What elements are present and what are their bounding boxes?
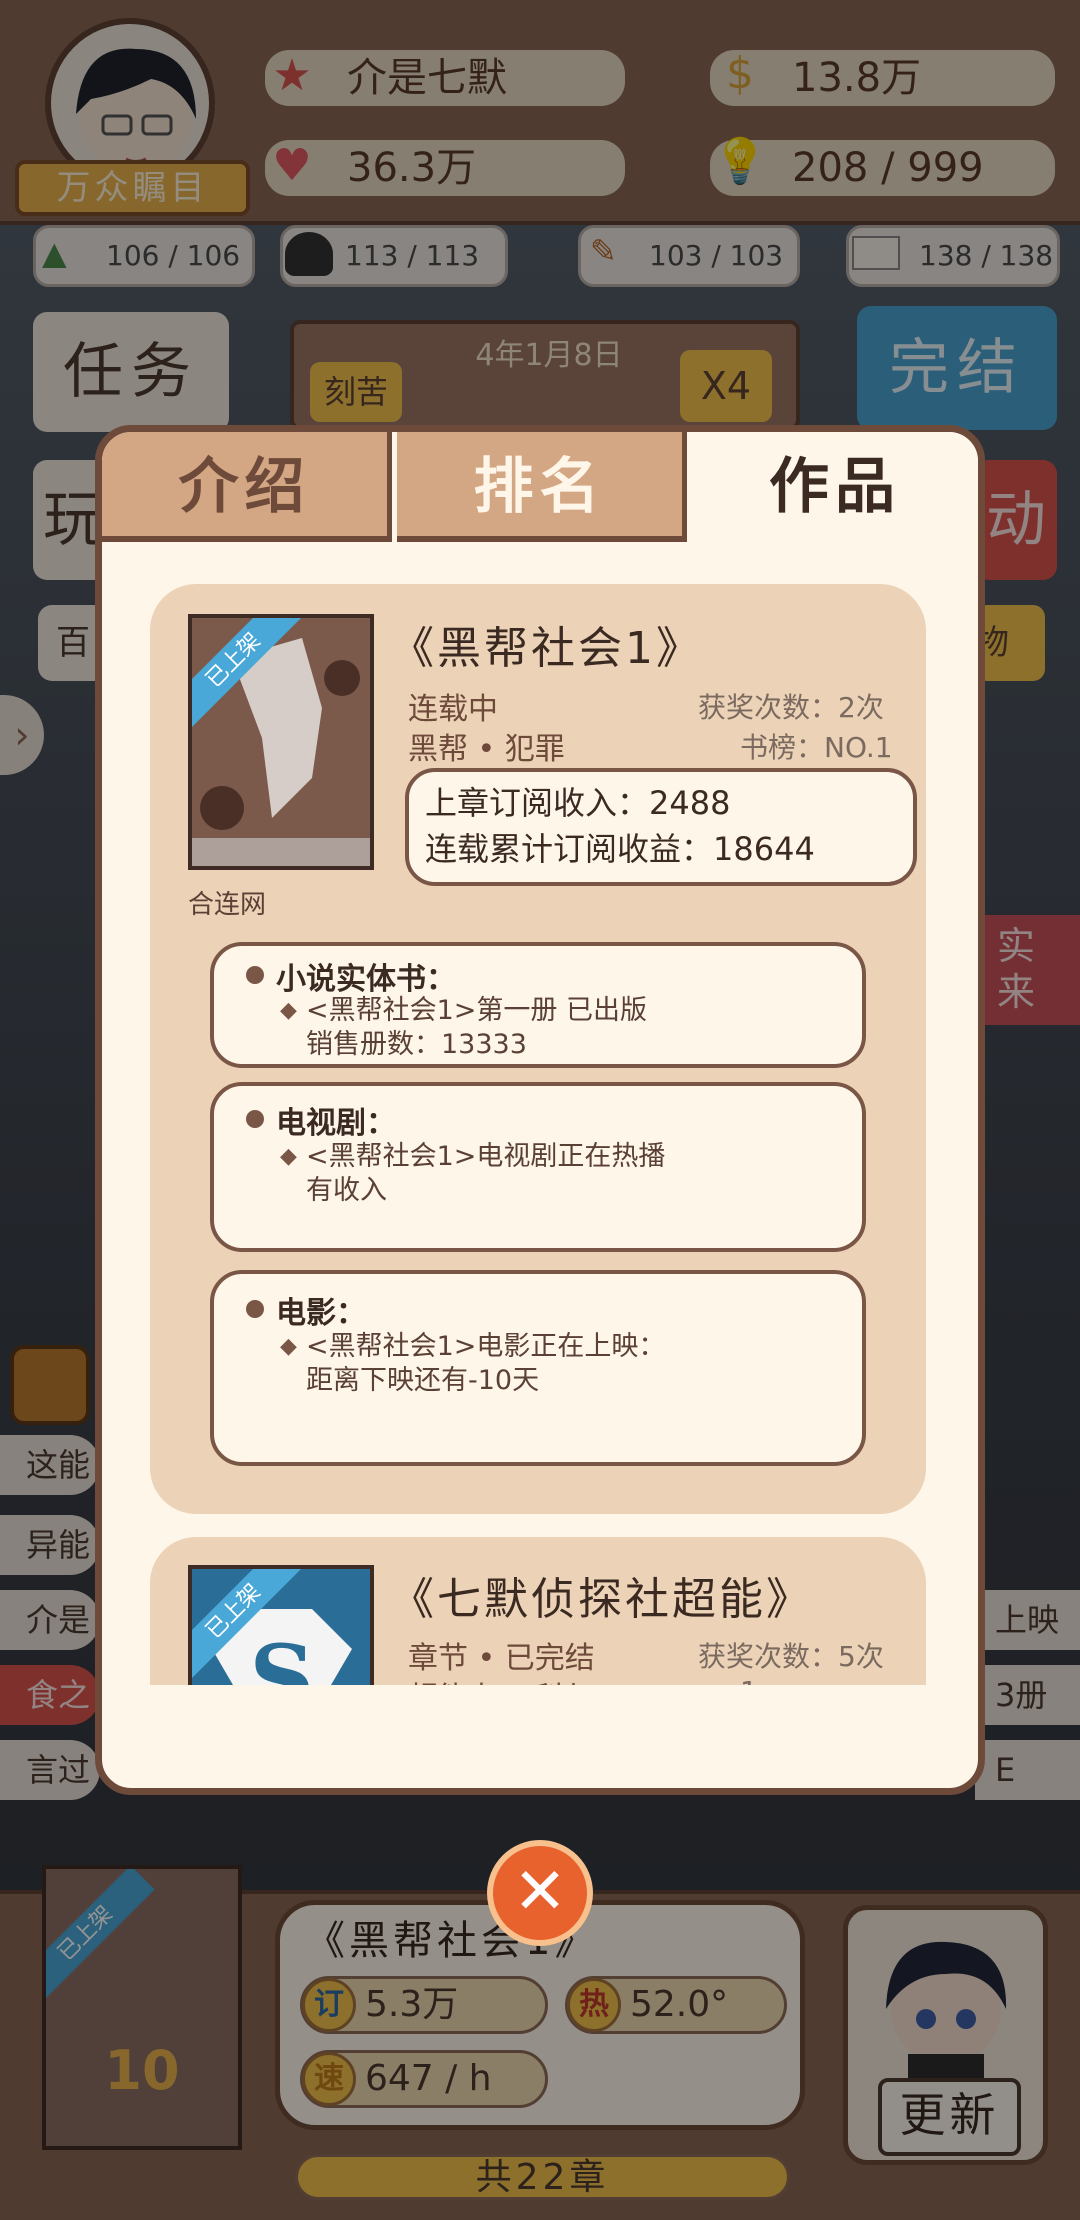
diamond-icon: ◆ [280,1334,297,1359]
work-publisher: 合连网 [188,890,267,920]
work-card[interactable]: S 已上架 《七默侦探社超能》 章节 • 已完结 超能力 • 科幻 获奖次数：5… [150,1537,926,1685]
work-status: 连载中 [408,692,498,727]
adaptation-title: 电影： [276,1296,366,1331]
work-title: 《黑帮社会1》 [390,623,703,674]
work-awards: 获奖次数：5次 [698,1640,884,1673]
work-rank: 1 [740,1675,758,1685]
work-title: 《七默侦探社超能》 [390,1574,813,1625]
work-cover[interactable]: 已上架 [188,614,374,870]
bullet-icon [246,966,264,984]
adaptation-title: 电视剧： [276,1106,396,1141]
adaptation-line-2: 销售册数：13333 [306,1029,527,1060]
adaptation-line-1: <黑帮社会1>电视剧正在热播 [306,1141,666,1172]
diamond-icon: ◆ [280,998,297,1023]
work-cover[interactable]: S 已上架 [188,1565,374,1685]
adaptation-card-tv[interactable]: 电视剧： ◆ <黑帮社会1>电视剧正在热播 有收入 [210,1082,866,1252]
adaptation-title: 小说实体书： [276,962,456,997]
adaptation-line-2: 有收入 [306,1175,387,1206]
income-box: 上章订阅收入：2488 连载累计订阅收益：18644 [405,768,917,886]
work-awards: 获奖次数：2次 [698,691,884,724]
close-icon[interactable]: ✕ [487,1840,593,1946]
diamond-icon: ◆ [280,1144,297,1169]
tab-works[interactable]: 作品 [692,432,978,542]
adaptation-line-1: <黑帮社会1>第一册 已出版 [306,995,648,1026]
svg-text:S: S [250,1625,315,1685]
work-status: 章节 • 已完结 [408,1641,595,1676]
tab-ranking[interactable]: 排名 [397,432,687,542]
work-rank: 书榜：NO.1 [740,731,893,764]
income-last-chapter: 上章订阅收入：2488 [425,784,731,822]
income-total: 连载累计订阅收益：18644 [425,830,815,868]
adaptation-line-2: 距离下映还有-10天 [306,1365,540,1396]
adaptation-card-movie[interactable]: 电影： ◆ <黑帮社会1>电影正在上映： 距离下映还有-10天 [210,1270,866,1466]
author-info-modal: 介绍 排名 作品 已上架 合连网 《黑帮社会1》 连载中 黑帮 • 犯罪 获奖次… [95,425,985,1795]
bullet-icon [246,1110,264,1128]
work-genre: 超能力 • 科幻 [408,1673,595,1685]
adaptation-line-1: <黑帮社会1>电影正在上映： [306,1331,666,1362]
work-card[interactable]: 已上架 合连网 《黑帮社会1》 连载中 黑帮 • 犯罪 获奖次数：2次 书榜：N… [150,584,926,1514]
bullet-icon [246,1300,264,1318]
adaptation-card-book[interactable]: 小说实体书： ◆ <黑帮社会1>第一册 已出版 销售册数：13333 [210,942,866,1068]
tab-intro[interactable]: 介绍 [102,432,392,542]
works-list[interactable]: 已上架 合连网 《黑帮社会1》 连载中 黑帮 • 犯罪 获奖次数：2次 书榜：N… [102,542,978,1685]
work-genre: 黑帮 • 犯罪 [408,732,565,767]
